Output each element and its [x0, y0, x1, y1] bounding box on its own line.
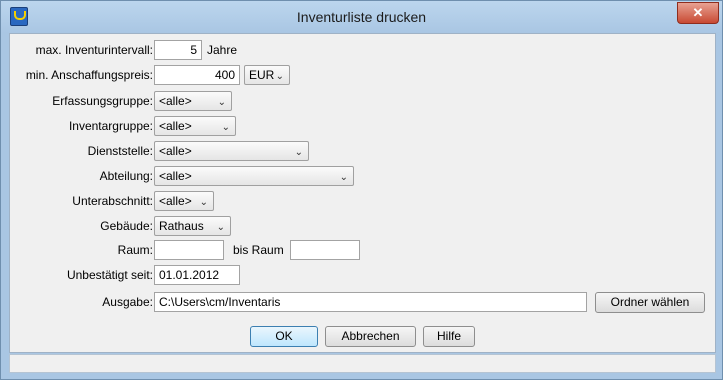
unterabschnitt-select[interactable]: <alle> ⌄ [154, 191, 214, 211]
currency-value: EUR [249, 68, 275, 82]
bis-raum-label: bis Raum [233, 243, 284, 257]
inventargruppe-value: <alle> [159, 119, 192, 133]
status-bar [9, 354, 716, 373]
dienststelle-value: <alle> [159, 144, 192, 158]
erfassungsgruppe-select[interactable]: <alle> ⌄ [154, 91, 232, 111]
dialog-window: Inventurliste drucken ✕ max. Inventurint… [0, 0, 723, 380]
window-title: Inventurliste drucken [296, 9, 427, 25]
erfassungsgruppe-value: <alle> [159, 94, 192, 108]
hilfe-button[interactable]: Hilfe [423, 326, 475, 347]
button-bar: OK Abbrechen Hilfe [9, 320, 716, 353]
abteilung-select[interactable]: <alle> ⌄ [154, 166, 354, 186]
gebaeude-select[interactable]: Rathaus ⌄ [154, 216, 231, 236]
chevron-down-icon: ⌄ [221, 122, 230, 133]
unbestaetigt-label: Unbestätigt seit: [66, 268, 153, 282]
gebaeude-value: Rathaus [159, 219, 204, 233]
price-label: min. Anschaffungspreis: [25, 68, 153, 82]
inventargruppe-select[interactable]: <alle> ⌄ [154, 116, 236, 136]
chevron-down-icon: ⌄ [217, 97, 226, 108]
unterabschnitt-label: Unterabschnitt: [72, 194, 153, 208]
interval-unit: Jahre [207, 43, 238, 57]
interval-input[interactable]: 5 [154, 40, 202, 60]
chevron-down-icon: ⌄ [199, 197, 208, 208]
chevron-down-icon: ⌄ [339, 172, 348, 183]
inventargruppe-label: Inventargruppe: [68, 119, 153, 133]
dienststelle-select[interactable]: <alle> ⌄ [154, 141, 309, 161]
close-button[interactable]: ✕ [677, 2, 719, 24]
ausgabe-label: Ausgabe: [102, 295, 153, 309]
title-bar[interactable]: Inventurliste drucken ✕ [1, 1, 722, 33]
price-input[interactable]: 400 [154, 65, 240, 85]
currency-select[interactable]: EUR ⌄ [244, 65, 290, 85]
abteilung-value: <alle> [159, 169, 192, 183]
unterabschnitt-value: <alle> [159, 194, 192, 208]
unbestaetigt-input[interactable]: 01.01.2012 [154, 265, 240, 285]
ordner-waehlen-button[interactable]: Ordner wählen [595, 292, 705, 313]
ok-button[interactable]: OK [250, 326, 318, 347]
chevron-down-icon: ⌄ [275, 71, 284, 82]
dienststelle-label: Dienststelle: [87, 144, 153, 158]
chevron-down-icon: ⌄ [216, 222, 225, 233]
interval-label: max. Inventurintervall: [35, 43, 153, 57]
form-panel: max. Inventurintervall: 5 Jahre min. Ans… [9, 33, 716, 322]
raum-input[interactable] [154, 240, 224, 260]
ausgabe-input[interactable]: C:\Users\cm/Inventaris [154, 292, 587, 312]
erfassungsgruppe-label: Erfassungsgruppe: [52, 94, 153, 108]
raum-label: Raum: [117, 243, 153, 257]
chevron-down-icon: ⌄ [294, 147, 303, 158]
gebaeude-label: Gebäude: [100, 219, 153, 233]
abbrechen-button[interactable]: Abbrechen [325, 326, 416, 347]
abteilung-label: Abteilung: [99, 169, 153, 183]
bis-raum-input[interactable] [290, 240, 360, 260]
